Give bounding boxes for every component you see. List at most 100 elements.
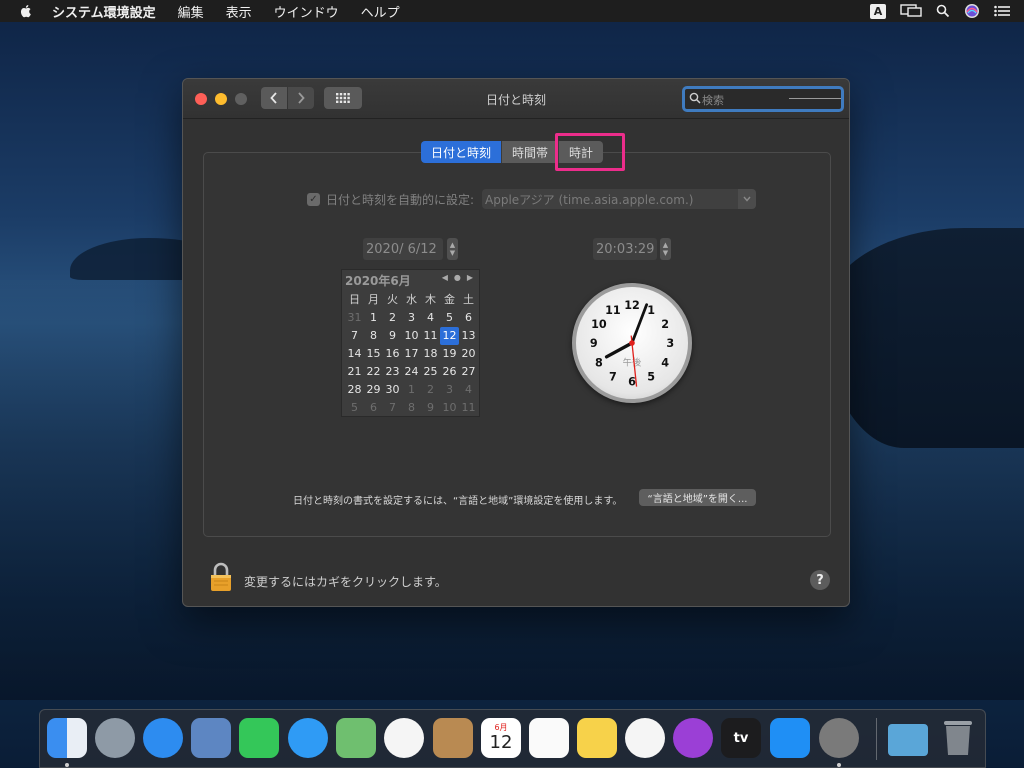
calendar-day[interactable]: 6 bbox=[459, 309, 478, 327]
calendar-day[interactable]: 4 bbox=[421, 309, 440, 327]
clock-hour-hand bbox=[604, 341, 634, 359]
podcasts-icon[interactable] bbox=[673, 718, 713, 758]
calendar-icon[interactable]: 6月 12 bbox=[481, 718, 521, 758]
calendar-day[interactable]: 21 bbox=[345, 363, 364, 381]
calendar-day[interactable]: 10 bbox=[440, 399, 459, 417]
lock-hint-text: 変更するにはカギをクリックします。 bbox=[244, 575, 447, 589]
calendar-week-row: 14 15 16 17 18 19 20 bbox=[345, 345, 478, 363]
appstore-icon[interactable] bbox=[770, 718, 810, 758]
menu-app-name[interactable]: システム環境設定 bbox=[52, 2, 156, 21]
calendar-day[interactable]: 3 bbox=[402, 309, 421, 327]
calendar-day[interactable]: 1 bbox=[364, 309, 383, 327]
calendar-week-row: 21 22 23 24 25 26 27 bbox=[345, 363, 478, 381]
calendar-day[interactable]: 25 bbox=[421, 363, 440, 381]
calendar-weekday: 日 bbox=[349, 293, 360, 306]
input-source-icon[interactable]: A bbox=[870, 3, 886, 19]
time-server-select[interactable]: Appleアジア (time.asia.apple.com.) bbox=[482, 189, 756, 209]
date-input[interactable]: 2020/ 6/12 bbox=[363, 238, 443, 260]
facetime-icon[interactable] bbox=[239, 718, 279, 758]
calendar-day[interactable]: 6 bbox=[364, 399, 383, 417]
calendar-day-selected[interactable]: 12 bbox=[440, 327, 459, 345]
menu-help[interactable]: ヘルプ bbox=[361, 2, 400, 21]
calendar-day[interactable]: 4 bbox=[459, 381, 478, 399]
notes-icon[interactable] bbox=[577, 718, 617, 758]
apple-menu-icon[interactable] bbox=[18, 3, 34, 19]
mail-icon[interactable] bbox=[191, 718, 231, 758]
calendar-day[interactable]: 11 bbox=[459, 399, 478, 417]
tab-time-zone[interactable]: 時間帯 bbox=[502, 141, 560, 163]
calendar-day[interactable]: 24 bbox=[402, 363, 421, 381]
notification-center-icon[interactable] bbox=[994, 5, 1010, 17]
calendar-day[interactable]: 8 bbox=[402, 399, 421, 417]
spotlight-search-icon[interactable] bbox=[936, 4, 950, 18]
safari-icon[interactable] bbox=[143, 718, 183, 758]
calendar-day[interactable]: 2 bbox=[421, 381, 440, 399]
time-server-value: Appleアジア (time.asia.apple.com.) bbox=[485, 192, 694, 207]
clock-numeral: 12 bbox=[624, 299, 640, 312]
calendar-day[interactable]: 14 bbox=[345, 345, 364, 363]
calendar-day[interactable]: 16 bbox=[383, 345, 402, 363]
lock-icon[interactable] bbox=[209, 562, 233, 592]
calendar-day[interactable]: 13 bbox=[459, 327, 478, 345]
running-indicator bbox=[65, 763, 69, 767]
reminders-icon[interactable] bbox=[529, 718, 569, 758]
menu-view[interactable]: 表示 bbox=[226, 2, 252, 21]
calendar-day[interactable]: 2 bbox=[383, 309, 402, 327]
clock-center-pin bbox=[629, 340, 635, 346]
calendar-day[interactable]: 20 bbox=[459, 345, 478, 363]
calendar-today-icon[interactable]: ● bbox=[454, 273, 461, 282]
calendar-day[interactable]: 7 bbox=[345, 327, 364, 345]
calendar-day[interactable]: 5 bbox=[345, 399, 364, 417]
open-language-region-button[interactable]: “言語と地域”を開く... bbox=[639, 489, 756, 506]
calendar-day[interactable]: 18 bbox=[421, 345, 440, 363]
calendar-day[interactable]: 28 bbox=[345, 381, 364, 399]
launchpad-icon[interactable] bbox=[95, 718, 135, 758]
music-icon[interactable] bbox=[625, 718, 665, 758]
calendar-day[interactable]: 31 bbox=[345, 309, 364, 327]
calendar-day[interactable]: 7 bbox=[383, 399, 402, 417]
calendar-day[interactable]: 9 bbox=[421, 399, 440, 417]
time-input[interactable]: 20:03:29 bbox=[593, 238, 657, 260]
menu-window[interactable]: ウインドウ bbox=[274, 2, 339, 21]
maps-icon[interactable] bbox=[336, 718, 376, 758]
downloads-folder-icon[interactable] bbox=[888, 724, 928, 756]
search-field[interactable]: 検索 bbox=[682, 86, 844, 112]
calendar-day[interactable]: 29 bbox=[364, 381, 383, 399]
calendar-prev-icon[interactable]: ◀ bbox=[442, 273, 448, 282]
calendar-day[interactable]: 15 bbox=[364, 345, 383, 363]
calendar-day[interactable]: 27 bbox=[459, 363, 478, 381]
calendar-day[interactable]: 10 bbox=[402, 327, 421, 345]
calendar-day[interactable]: 17 bbox=[402, 345, 421, 363]
calendar-next-icon[interactable]: ▶ bbox=[467, 273, 473, 282]
calendar-day[interactable]: 3 bbox=[440, 381, 459, 399]
date-stepper[interactable]: ▲ ▼ bbox=[447, 238, 458, 260]
messages-icon[interactable] bbox=[288, 718, 328, 758]
siri-icon[interactable] bbox=[964, 3, 980, 19]
calendar-day[interactable]: 30 bbox=[383, 381, 402, 399]
system-preferences-icon[interactable] bbox=[819, 718, 859, 758]
photos-icon[interactable] bbox=[384, 718, 424, 758]
calendar-day[interactable]: 26 bbox=[440, 363, 459, 381]
calendar-day[interactable]: 22 bbox=[364, 363, 383, 381]
calendar-day[interactable]: 8 bbox=[364, 327, 383, 345]
time-stepper[interactable]: ▲ ▼ bbox=[660, 238, 671, 260]
calendar: 2020年6月 ◀ ● ▶ 日月火水木金土 31 1 2 3 4 5 6 7 8 9 10 11 12 13… bbox=[341, 269, 480, 417]
contacts-icon[interactable] bbox=[433, 718, 473, 758]
tab-clock[interactable]: 時計 bbox=[559, 141, 604, 163]
appletv-icon[interactable]: tv bbox=[721, 718, 761, 758]
trash-icon[interactable] bbox=[938, 718, 978, 758]
calendar-day[interactable]: 23 bbox=[383, 363, 402, 381]
calendar-day[interactable]: 19 bbox=[440, 345, 459, 363]
calendar-day[interactable]: 1 bbox=[402, 381, 421, 399]
tab-date-time[interactable]: 日付と時刻 bbox=[421, 141, 503, 163]
auto-set-checkbox[interactable]: ✓ bbox=[307, 193, 320, 206]
finder-icon[interactable] bbox=[47, 718, 87, 758]
clock-numeral: 2 bbox=[661, 318, 669, 331]
calendar-grid: 日月火水木金土 31 1 2 3 4 5 6 7 8 9 10 11 12 13 14 15 16 17 18 19 20… bbox=[345, 291, 478, 417]
menu-edit[interactable]: 編集 bbox=[178, 2, 204, 21]
help-button[interactable]: ? bbox=[810, 570, 830, 590]
calendar-day[interactable]: 11 bbox=[421, 327, 440, 345]
airplay-display-icon[interactable] bbox=[900, 4, 922, 18]
calendar-day[interactable]: 9 bbox=[383, 327, 402, 345]
calendar-day[interactable]: 5 bbox=[440, 309, 459, 327]
